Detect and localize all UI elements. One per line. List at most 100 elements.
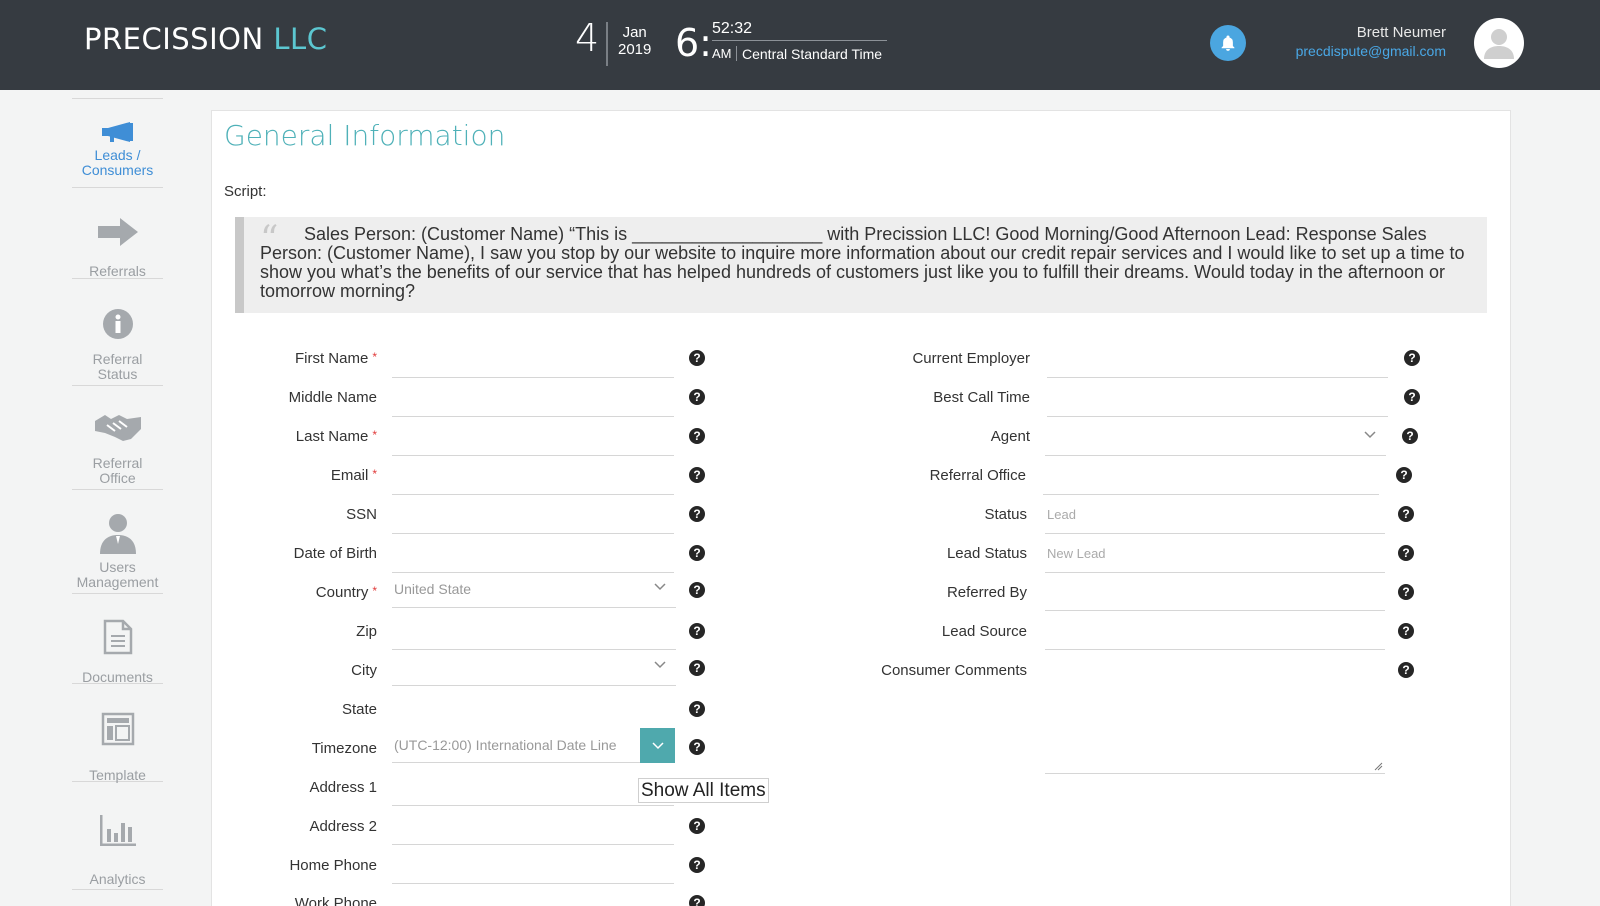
help-icon[interactable]: ?	[689, 467, 705, 483]
timezone-select[interactable]: (UTC-12:00) International Date Line	[392, 728, 675, 763]
required-mark: *	[372, 428, 377, 442]
home-phone-label: Home Phone	[289, 857, 377, 874]
help-icon[interactable]: ?	[1396, 467, 1412, 483]
help-icon[interactable]: ?	[689, 428, 705, 444]
help-icon[interactable]: ?	[689, 660, 705, 676]
lead-source-field[interactable]	[1045, 612, 1385, 650]
help-icon[interactable]: ?	[1398, 545, 1414, 561]
notifications-button[interactable]	[1210, 25, 1246, 61]
clock-underline	[712, 40, 887, 41]
zip-field[interactable]	[392, 612, 676, 650]
consumer-comments-textarea[interactable]	[1045, 652, 1385, 774]
document-icon	[103, 619, 132, 655]
date-of-birth-field[interactable]	[392, 535, 674, 573]
timezone-dropdown-button[interactable]	[640, 728, 675, 763]
sidebar-item-leads[interactable]: Leads / Consumers	[72, 116, 163, 188]
sidebar-item-label: Referral Office	[92, 455, 143, 486]
zip-label: Zip	[356, 623, 377, 640]
help-icon[interactable]: ?	[689, 389, 705, 405]
address-1-field[interactable]	[392, 768, 674, 806]
sidebar-item-referral-status[interactable]: Referral Status	[72, 300, 163, 386]
clock-ampm-divider	[736, 46, 737, 61]
chevron-down-icon	[651, 741, 664, 749]
help-icon[interactable]: ?	[689, 506, 705, 522]
help-icon[interactable]: ?	[1398, 623, 1414, 639]
address-2-label: Address 2	[309, 818, 377, 835]
city-select[interactable]	[392, 648, 676, 686]
page-title: General Information	[224, 119, 506, 152]
help-icon[interactable]: ?	[1398, 584, 1414, 600]
chevron-down-icon	[1364, 431, 1376, 439]
help-icon[interactable]: ?	[689, 857, 705, 873]
referral-office-field[interactable]	[1043, 457, 1379, 495]
help-icon[interactable]: ?	[689, 701, 705, 717]
arrow-right-icon	[97, 218, 138, 246]
agent-select[interactable]	[1045, 418, 1386, 456]
best-call-time-field[interactable]	[1047, 379, 1388, 417]
sidebar-item-referral-office[interactable]: Referral Office	[72, 404, 163, 490]
sidebar-item-analytics[interactable]: Analytics	[72, 802, 163, 890]
current-employer-field[interactable]	[1047, 340, 1388, 378]
last-name-field[interactable]	[392, 418, 674, 456]
first-name-field[interactable]	[392, 340, 674, 378]
help-icon[interactable]: ?	[1404, 389, 1420, 405]
middle-name-label: Middle Name	[288, 389, 377, 406]
help-icon[interactable]: ?	[689, 623, 705, 639]
brand-main: PRECISSION	[84, 22, 264, 56]
state-field[interactable]	[392, 690, 676, 728]
sidebar-item-users-management[interactable]: Users Management	[72, 508, 163, 594]
handshake-icon	[94, 415, 141, 441]
help-icon[interactable]: ?	[689, 350, 705, 366]
sidebar-item-label: Leads / Consumers	[81, 147, 154, 178]
user-email[interactable]: precdispute@gmail.com	[1296, 43, 1446, 59]
sidebar-item-documents[interactable]: Documents	[72, 612, 163, 685]
sidebar-item-label: Documents	[82, 669, 153, 685]
help-icon[interactable]: ?	[689, 582, 705, 598]
sidebar-item-label: Template	[89, 767, 146, 783]
user-name[interactable]: Brett Neumer	[1357, 24, 1446, 41]
sidebar-item-template[interactable]: Template	[72, 702, 163, 783]
best-call-time-label: Best Call Time	[933, 389, 1030, 406]
consumer-comments-label: Consumer Comments	[881, 662, 1027, 679]
help-icon[interactable]: ?	[1402, 428, 1418, 444]
lead-status-field[interactable]: New Lead	[1045, 535, 1385, 573]
required-mark: *	[372, 467, 377, 481]
referred-by-field[interactable]	[1045, 573, 1385, 611]
resize-handle-icon[interactable]	[1374, 762, 1383, 771]
sidebar-item-referrals[interactable]: Referrals	[72, 212, 163, 279]
status-field[interactable]: Lead	[1045, 496, 1385, 534]
email-label: Email *	[330, 467, 377, 484]
help-icon[interactable]: ?	[1398, 662, 1414, 678]
megaphone-icon	[101, 122, 133, 142]
referral-office-label: Referral Office	[929, 467, 1026, 484]
date-of-birth-label: Date of Birth	[293, 545, 377, 562]
middle-name-field[interactable]	[392, 379, 674, 417]
user-avatar[interactable]	[1474, 18, 1524, 68]
top-bar: PRECISSION LLC 4 Jan 2019 6: 52:32 AM Ce…	[0, 0, 1600, 90]
ssn-field[interactable]	[392, 496, 674, 534]
help-icon[interactable]: ?	[689, 545, 705, 561]
script-label: Script:	[224, 183, 267, 200]
sidebar-item-label: Referrals	[89, 263, 146, 279]
clock-month-year: Jan 2019	[618, 24, 651, 58]
help-icon[interactable]: ?	[1398, 506, 1414, 522]
help-icon[interactable]: ?	[1404, 350, 1420, 366]
help-icon[interactable]: ?	[689, 895, 705, 906]
sidebar-divider	[72, 98, 163, 99]
help-icon[interactable]: ?	[689, 739, 705, 755]
work-phone-label: Work Phone	[294, 895, 377, 906]
country-select[interactable]: United State	[392, 570, 676, 608]
help-icon[interactable]: ?	[689, 818, 705, 834]
state-label: State	[341, 701, 377, 718]
referred-by-label: Referred By	[946, 584, 1027, 601]
address-2-field[interactable]	[392, 807, 674, 845]
user-avatar-icon	[1484, 29, 1514, 59]
brand-logo[interactable]: PRECISSION LLC	[84, 22, 327, 56]
required-mark: *	[372, 584, 377, 598]
status-label: Status	[984, 506, 1027, 523]
required-mark: *	[372, 350, 377, 364]
home-phone-field[interactable]	[392, 846, 674, 884]
email-field[interactable]	[392, 457, 674, 495]
sidebar-item-label: Referral Status	[92, 351, 143, 382]
clock-year: 2019	[618, 41, 652, 58]
